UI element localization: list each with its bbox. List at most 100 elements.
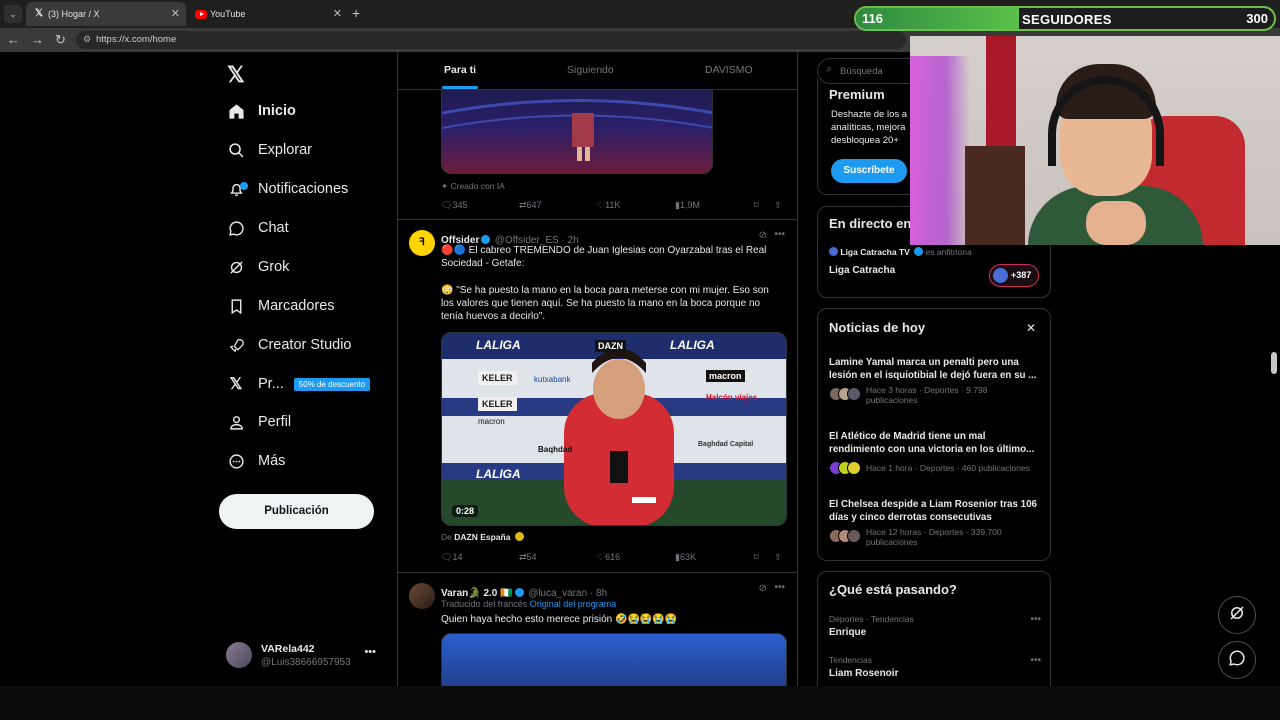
listener-count: +387 bbox=[1011, 270, 1032, 280]
ai-label-text: Creado con IA bbox=[450, 181, 505, 191]
share-icon[interactable]: ⇧ bbox=[774, 552, 782, 563]
news-headline: Lamine Yamal marca un penalti pero una l… bbox=[829, 357, 1037, 381]
subscribe-button[interactable]: Suscríbete bbox=[831, 159, 907, 183]
more-horizontal-icon[interactable]: ••• bbox=[1030, 655, 1041, 666]
more-horizontal-icon[interactable]: ••• bbox=[364, 646, 376, 658]
views-button[interactable]: ▮ 1,9M bbox=[675, 200, 700, 211]
close-icon[interactable]: ✕ bbox=[1026, 321, 1036, 335]
feed-tabs: Para ti Siguiendo DAVISMO bbox=[398, 52, 797, 90]
x-logo-icon[interactable]: 𝕏 bbox=[227, 62, 245, 88]
nav-item-home[interactable]: Inicio bbox=[226, 97, 296, 125]
back-arrow-icon[interactable]: ← bbox=[7, 32, 20, 47]
more-horizontal-icon[interactable]: ••• bbox=[1030, 614, 1041, 625]
trend-item[interactable]: Tendencias Liam Rosenoir ••• bbox=[829, 655, 1043, 679]
share-icon[interactable]: ⇧ bbox=[774, 200, 782, 211]
bookmark-icon[interactable]: ⌑ bbox=[754, 552, 759, 563]
search-placeholder: Búsqueda bbox=[840, 66, 883, 77]
tweet-image[interactable] bbox=[441, 633, 787, 686]
tab-para-ti[interactable]: Para ti bbox=[444, 64, 476, 76]
close-tab-icon[interactable]: ✕ bbox=[171, 7, 180, 20]
grok-icon[interactable]: ⊘ bbox=[759, 230, 767, 241]
video-source: De DAZN España bbox=[441, 532, 524, 542]
nav-item-more[interactable]: Más bbox=[226, 447, 285, 475]
tweet-image[interactable] bbox=[441, 82, 713, 174]
trend-item[interactable]: Deportes · Tendencias Enrique ••• bbox=[829, 614, 1043, 638]
host-avatar bbox=[829, 247, 838, 256]
streamer-hand bbox=[1086, 201, 1146, 245]
more-horizontal-icon[interactable]: ••• bbox=[774, 229, 785, 240]
grok-fab-button[interactable] bbox=[1218, 596, 1256, 634]
repost-button[interactable]: ⇄ 647 bbox=[519, 200, 542, 211]
nav-item-notifications[interactable]: Notificaciones bbox=[226, 175, 348, 203]
reply-button[interactable]: 🗨 14 bbox=[441, 552, 462, 563]
forward-arrow-icon[interactable]: → bbox=[31, 32, 44, 47]
trend-topic: Liam Rosenoir bbox=[829, 668, 899, 679]
tweet-video[interactable]: LALIGA LALIGA LALIGA KELER KELER kutxaba… bbox=[441, 332, 787, 526]
verified-badge-icon bbox=[514, 532, 524, 541]
left-navigation: 𝕏 Inicio Explorar Notificaciones Chat Gr… bbox=[218, 52, 396, 686]
like-button[interactable]: ♡ 11K bbox=[597, 200, 620, 211]
messages-fab-button[interactable] bbox=[1218, 641, 1256, 679]
repost-button[interactable]: ⇄ 54 bbox=[519, 552, 537, 563]
tweet-actions: 🗨 345 ⇄ 647 ♡ 11K ▮ 1,9M ⌑ ⇧ bbox=[441, 200, 786, 214]
tweet-actions: 🗨 14 ⇄ 54 ♡ 616 ▮ 63K ⌑ ⇧ bbox=[441, 552, 786, 566]
tab-siguiendo[interactable]: Siguiendo bbox=[567, 64, 614, 76]
more-horizontal-icon[interactable]: ••• bbox=[774, 582, 785, 593]
tab-x-home[interactable]: 𝕏 (3) Hogar / X ✕ bbox=[26, 2, 186, 26]
tweet[interactable]: Varan🐊 2.0 🇨🇮 @luca_varan · 8h ⊘ ••• Tra… bbox=[398, 573, 797, 686]
news-item[interactable]: El Atlético de Madrid tiene un mal rendi… bbox=[829, 430, 1043, 475]
site-info-icon[interactable]: ⚙ bbox=[83, 34, 91, 45]
view-count: 63K bbox=[679, 552, 696, 562]
url-field[interactable]: ⚙ https://x.com/home bbox=[76, 31, 906, 49]
followers-goal-bar: 116 SEGUIDORES 300 bbox=[854, 6, 1276, 31]
author-handle[interactable]: @luca_varan · 8h bbox=[528, 588, 607, 599]
nav-item-explore[interactable]: Explorar bbox=[226, 136, 312, 164]
news-meta: Hace 3 horas · Deportes · 9.798 publicac… bbox=[866, 385, 988, 405]
scrollbar-thumb[interactable] bbox=[1271, 352, 1277, 374]
nav-item-profile[interactable]: Perfil bbox=[226, 408, 291, 436]
reply-button[interactable]: 🗨 345 bbox=[441, 200, 467, 211]
tab-davismo[interactable]: DAVISMO bbox=[705, 64, 753, 76]
translated-label: Traducido del francés bbox=[441, 599, 528, 609]
listeners-pill[interactable]: +387 bbox=[989, 264, 1039, 287]
news-card: Noticias de hoy ✕ Lamine Yamal marca un … bbox=[817, 308, 1051, 561]
space-title[interactable]: Liga Catracha bbox=[829, 265, 895, 276]
show-original-link[interactable]: Original del programa bbox=[530, 599, 617, 609]
host-name[interactable]: Liga Catracha TV bbox=[840, 247, 909, 257]
nav-label: Pr... bbox=[258, 376, 284, 392]
like-button[interactable]: ♡ 616 bbox=[597, 552, 620, 563]
grok-icon[interactable]: ⊘ bbox=[759, 583, 767, 594]
sponsor-board: LALIGA bbox=[476, 338, 521, 352]
nav-item-bookmarks[interactable]: Marcadores bbox=[226, 292, 335, 320]
sponsor-board: macron bbox=[478, 417, 505, 426]
nav-item-chat[interactable]: Chat bbox=[226, 214, 289, 242]
source-account[interactable]: DAZN España bbox=[454, 532, 510, 542]
avatar[interactable] bbox=[409, 583, 435, 609]
avatar[interactable]: ꟻ bbox=[409, 230, 435, 256]
tab-search-button[interactable]: ⌄ bbox=[4, 5, 22, 23]
nav-item-premium[interactable]: 𝕏 Pr... 50% de descuento bbox=[226, 370, 371, 398]
close-tab-icon[interactable]: ✕ bbox=[333, 7, 342, 20]
news-item[interactable]: El Chelsea despide a Liam Rosenior tras … bbox=[829, 498, 1043, 547]
nav-item-grok[interactable]: Grok bbox=[226, 253, 289, 281]
post-button[interactable]: Publicación bbox=[219, 494, 374, 529]
sponsor-board: DAZN bbox=[595, 340, 626, 352]
nav-item-creator-studio[interactable]: Creator Studio bbox=[226, 331, 352, 359]
bookmark-icon[interactable]: ⌑ bbox=[754, 200, 759, 211]
nav-label: Chat bbox=[258, 220, 289, 236]
notification-badge bbox=[240, 182, 248, 190]
account-name: VARela442 bbox=[261, 643, 315, 655]
views-button[interactable]: ▮ 63K bbox=[675, 552, 696, 563]
bookmark-icon bbox=[226, 296, 246, 316]
author-name[interactable]: Varan🐊 2.0 🇨🇮 bbox=[441, 588, 513, 599]
tab-youtube[interactable]: YouTube ✕ bbox=[188, 2, 348, 26]
tweet[interactable]: ꟻ Offsider @Offsider_ES · 2h ⊘ ••• 🔴🔵 El… bbox=[398, 220, 797, 573]
account-switcher[interactable]: VARela442 @Luis38666957953 ••• bbox=[226, 640, 386, 670]
news-title: Noticias de hoy bbox=[829, 320, 926, 335]
new-tab-button[interactable]: + bbox=[352, 5, 360, 21]
background-object bbox=[965, 146, 1025, 245]
reload-icon[interactable]: ↻ bbox=[55, 32, 66, 48]
followers-goal: 300 bbox=[1246, 11, 1268, 26]
news-item[interactable]: Lamine Yamal marca un penalti pero una l… bbox=[829, 356, 1043, 405]
grok-icon bbox=[226, 257, 246, 277]
